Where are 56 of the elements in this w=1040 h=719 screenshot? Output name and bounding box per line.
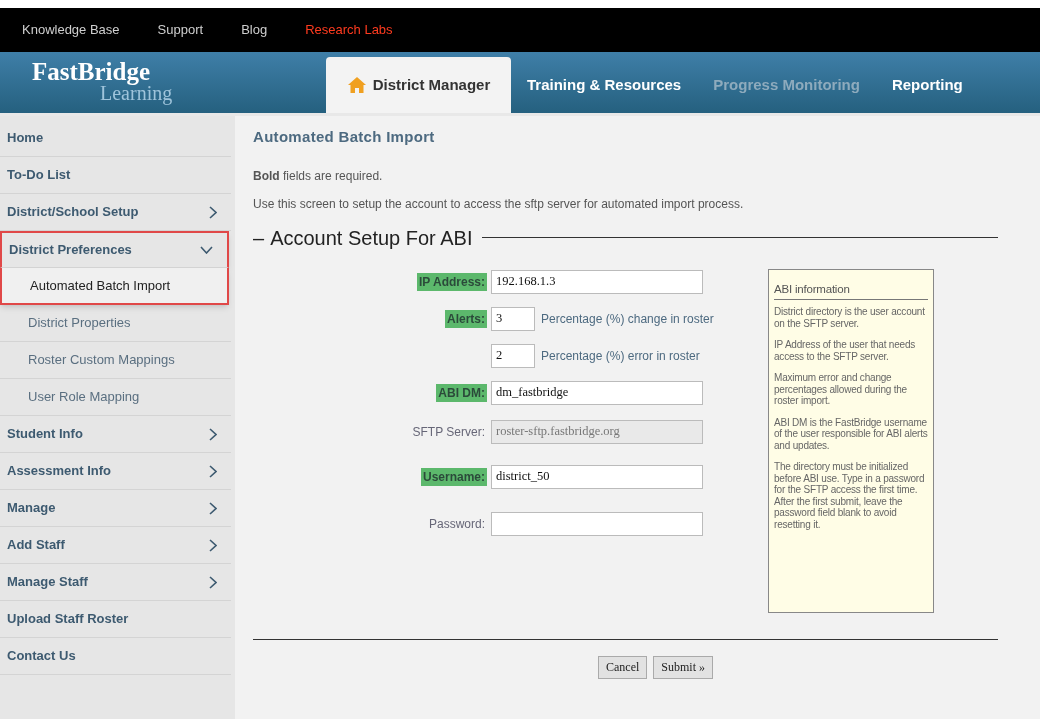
input-field[interactable]: 3	[491, 306, 535, 331]
field-label: IP Address:	[416, 272, 487, 291]
field-label: ABI DM:	[436, 383, 487, 402]
nav-link[interactable]: Blog	[241, 20, 268, 40]
info-text: District directory is the user account on the SFTP server.	[774, 306, 926, 329]
sidebar-subitem[interactable]: Automated Batch Import	[0, 268, 229, 305]
info-text: ABI DM is the FastBridge username of the user responsible for ABI alerts and updates.	[774, 416, 928, 451]
description-text: Use this screen to setup the account to access the sftp server for automated import process.	[253, 195, 745, 213]
input-field[interactable]: 2	[491, 343, 535, 368]
info-text: Maximum error and change percentages allowed during the roster import.	[774, 372, 908, 407]
field-hint: Percentage (%) change in roster	[541, 310, 714, 328]
nav-tab[interactable]: District Manager	[326, 57, 511, 113]
sidebar-item[interactable]: Student Info	[0, 416, 231, 453]
required-note: Bold fields are required.	[253, 167, 384, 185]
field-label: SFTP Server:	[411, 423, 486, 441]
sidebar-item[interactable]: Home	[0, 120, 231, 157]
chevron-right-icon	[209, 501, 217, 515]
sidebar-item[interactable]: Manage	[0, 490, 231, 527]
section-title: Account Setup For ABI	[270, 225, 473, 251]
field-hint: Percentage (%) error in roster	[541, 347, 700, 365]
info-text: IP Address of the user that needs access to the SFTP server.	[774, 339, 917, 362]
chevron-right-icon	[209, 575, 217, 589]
sidebar-item[interactable]: Add Staff	[0, 527, 231, 564]
chevron-right-icon	[209, 205, 217, 219]
nav-tab[interactable]: Training & Resources	[511, 57, 698, 113]
home-icon	[346, 76, 367, 94]
chevron-right-icon	[209, 464, 217, 478]
sidebar-item[interactable]: District/School Setup	[0, 194, 231, 231]
chevron-down-icon	[200, 246, 213, 254]
sidebar-item[interactable]: Assessment Info	[0, 453, 231, 490]
page-title: Automated Batch Import	[253, 127, 436, 147]
nav-link[interactable]: Support	[157, 20, 204, 40]
nav-link[interactable]: Knowledge Base	[22, 20, 120, 40]
input-field[interactable]: 192.168.1.3	[491, 269, 703, 294]
sidebar-item[interactable]: Contact Us	[0, 638, 231, 675]
input-field[interactable]: district_50	[491, 464, 703, 489]
input-field[interactable]: dm_fastbridge	[491, 380, 703, 405]
submit-button[interactable]: Submit »	[653, 655, 713, 679]
chevron-right-icon	[209, 427, 217, 441]
info-text: The directory must be initialized before ABI use. Type in a password for the SFTP access the first time. After the first submit, leave the password field blank to avoid resetting it.	[774, 461, 926, 530]
form-button[interactable]: Cancel	[598, 655, 648, 679]
sidebar-item[interactable]: Manage Staff	[0, 564, 231, 601]
sidebar-subitem[interactable]: Roster Custom Mappings	[0, 342, 231, 379]
sidebar-subitem[interactable]: User Role Mapping	[0, 379, 231, 416]
field-label: Username:	[420, 467, 487, 486]
password-field[interactable]	[491, 511, 703, 536]
collapse-marker[interactable]: –	[253, 222, 265, 253]
field-label: Alerts:	[445, 309, 487, 328]
sidebar-subitem[interactable]: District Properties	[0, 305, 231, 342]
info-title: ABI information	[774, 283, 928, 300]
field-label: Password:	[427, 515, 486, 533]
nav-link[interactable]: Research Labs	[305, 20, 393, 40]
chevron-right-icon	[209, 538, 217, 552]
sidebar-item[interactable]: Upload Staff Roster	[0, 601, 231, 638]
nav-tab[interactable]: Reporting	[875, 57, 979, 113]
sidebar-item[interactable]: To-Do List	[0, 157, 231, 194]
